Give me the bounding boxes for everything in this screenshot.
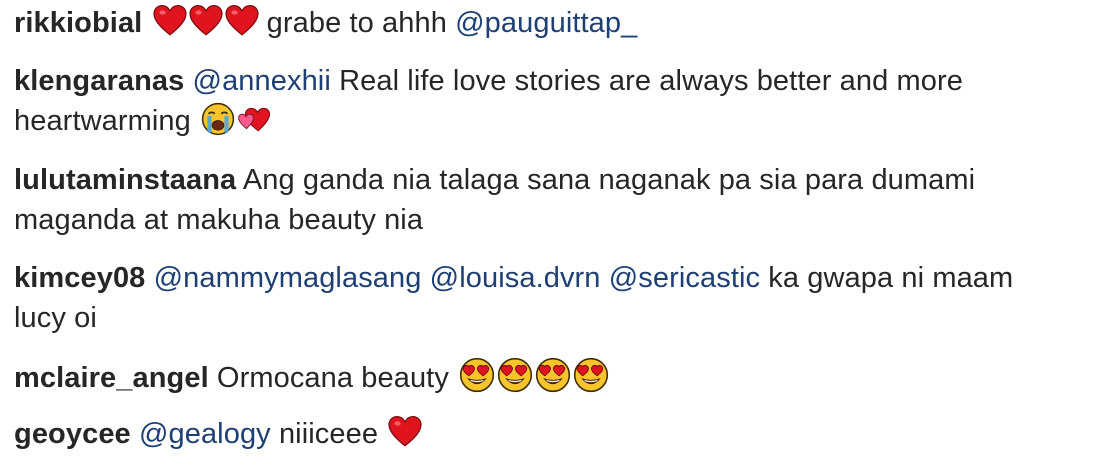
comment-text: grabe to ahhh (266, 7, 447, 39)
comment-text: Real life love stories are always better… (339, 65, 963, 97)
mention-link[interactable]: @gealogy (139, 418, 271, 450)
red-heart-icon (153, 4, 187, 38)
mention-link[interactable]: @sericastic (609, 262, 760, 294)
mention-link[interactable]: @annexhii (193, 65, 331, 97)
revolving-hearts-icon (237, 102, 271, 136)
comment-item: geoycee @gealogy niiiceee (14, 414, 1104, 454)
comment-item: rikkiobial grabe to ahhh @pauguittap_ (14, 3, 1104, 43)
mention-link[interactable]: @pauguittap_ (455, 7, 637, 39)
heart-eyes-face-icon (573, 357, 609, 393)
red-heart-icon (189, 4, 223, 38)
heart-eyes-face-icon (497, 357, 533, 393)
comment-item: mclaire_angel Ormocana beauty (14, 357, 1104, 398)
mention-link[interactable]: @louisa.dvrn (430, 262, 601, 294)
comment-username[interactable]: kimcey08 (14, 262, 145, 294)
comment-item: kimcey08 @nammymaglasang @louisa.dvrn @s… (14, 258, 1104, 338)
comment-text: Ormocana beauty (216, 362, 449, 394)
loudly-crying-face-icon (201, 102, 235, 136)
heart-eyes-face-icon (459, 357, 495, 393)
comment-username[interactable]: geoycee (14, 418, 131, 450)
comment-text: Ang ganda nia talaga sana naganak pa sia… (242, 164, 976, 196)
comment-item: klengaranas @annexhii Real life love sto… (14, 61, 1104, 141)
mention-link[interactable]: @nammymaglasang (154, 262, 422, 294)
comment-username[interactable]: lulutaminstaana (14, 164, 236, 196)
comment-text: niiiceee (278, 418, 379, 450)
red-heart-icon (388, 415, 422, 449)
comment-text: ka gwapa ni maam (768, 262, 1014, 294)
comments-list: rikkiobial grabe to ahhh @pauguittap_ kl… (0, 0, 1120, 456)
comment-text: heartwarming (14, 105, 191, 137)
comment-item: lulutaminstaana Ang ganda nia talaga san… (14, 160, 1104, 240)
comment-username[interactable]: rikkiobial (14, 7, 142, 39)
red-heart-icon (225, 4, 259, 38)
comment-username[interactable]: klengaranas (14, 65, 184, 97)
comment-username[interactable]: mclaire_angel (14, 362, 209, 394)
heart-eyes-face-icon (535, 357, 571, 393)
comment-text: maganda at makuha beauty nia (14, 204, 424, 236)
comment-text: lucy oi (14, 302, 97, 334)
